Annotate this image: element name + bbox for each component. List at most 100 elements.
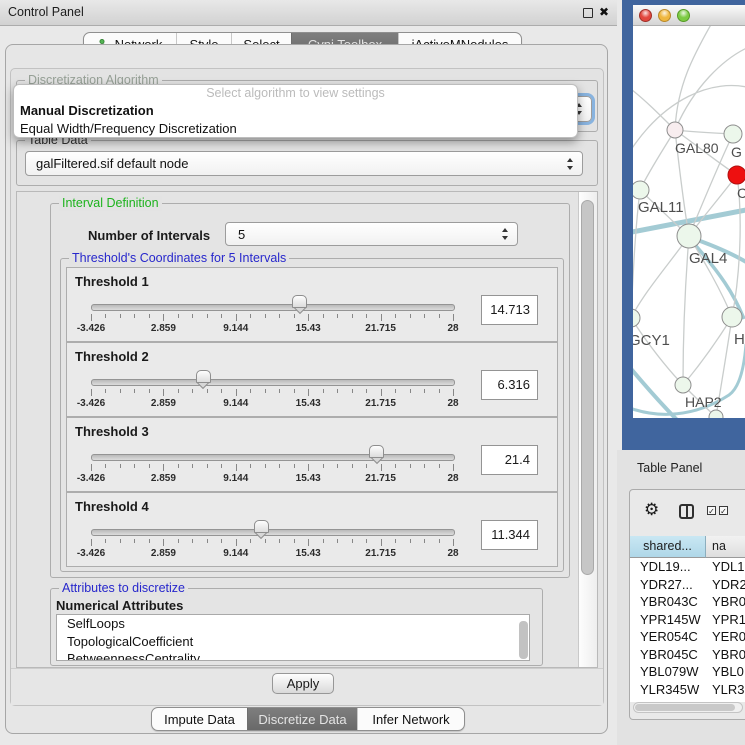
table-row[interactable]: YLR345WYLR3 <box>630 681 745 699</box>
settings-scrollbar-thumb[interactable] <box>581 200 594 575</box>
table-row[interactable]: YBR045CYBR0 <box>630 646 745 664</box>
tab-impute-data[interactable]: Impute Data <box>152 708 247 730</box>
tick-label: -3.426 <box>77 548 105 559</box>
tick-label: 21.715 <box>365 398 396 409</box>
tick-label: 2.859 <box>151 548 176 559</box>
attribute-item-betweennesscentrality[interactable]: BetweennessCentrality <box>57 650 529 661</box>
threshold-slider-track[interactable] <box>91 454 455 461</box>
tick <box>395 389 396 393</box>
attributes-scrollbar-thumb[interactable] <box>519 621 528 659</box>
tick <box>105 389 106 393</box>
attribute-item-selfloops[interactable]: SelfLoops <box>57 615 529 633</box>
tick <box>337 389 338 393</box>
tick <box>439 314 440 318</box>
number-of-intervals-combo[interactable]: 5 <box>225 222 518 246</box>
tab-infer-network[interactable]: Infer Network <box>357 708 464 730</box>
threshold-label: Threshold 2 <box>75 349 149 364</box>
tick-label: -3.426 <box>77 323 105 334</box>
threshold-slider-track[interactable] <box>91 529 455 536</box>
network-edge <box>640 130 675 190</box>
threshold-panel-2: Threshold 2-3.4262.8599.14415.4321.71528… <box>66 342 558 417</box>
threshold-slider-track[interactable] <box>91 304 455 311</box>
algorithm-option-equal-width-frequency-discretization[interactable]: Equal Width/Frequency Discretization <box>14 120 577 138</box>
checkbox-icon[interactable]: ✓ <box>707 506 716 515</box>
tick-label: -3.426 <box>77 473 105 484</box>
threshold-slider-thumb[interactable] <box>369 445 384 465</box>
tick <box>105 314 106 318</box>
threshold-value-field[interactable]: 11.344 <box>481 520 538 550</box>
close-icon[interactable]: ✖ <box>599 3 609 22</box>
cell-shared-name: YDL19... <box>630 558 706 576</box>
minimize-light[interactable] <box>658 9 671 22</box>
network-node-gal11[interactable] <box>633 181 649 199</box>
tick-label: -3.426 <box>77 398 105 409</box>
app-root: Control Panel ✖ NetworkStyleSelectCyni T… <box>0 0 745 745</box>
cell-shared-name: YBL079W <box>630 663 706 681</box>
tick <box>381 314 382 321</box>
tick <box>149 464 150 468</box>
checkbox-icon[interactable]: ✓ <box>719 506 728 515</box>
column-header-shared[interactable]: shared... <box>630 536 706 558</box>
close-light[interactable] <box>639 9 652 22</box>
network-node-gcy1[interactable] <box>633 309 640 327</box>
tick <box>265 389 266 393</box>
threshold-slider-thumb[interactable] <box>196 370 211 390</box>
table-row[interactable]: YBR043CYBR0 <box>630 593 745 611</box>
network-view-svg[interactable]: GAL80GCGAL11GAL4GCY1HHAP2 <box>633 26 745 418</box>
tick-label: 28 <box>447 398 458 409</box>
network-edge <box>689 236 732 317</box>
network-node-gal4[interactable] <box>677 224 701 248</box>
table-row[interactable]: YDR27...YDR2 <box>630 576 745 594</box>
gear-icon[interactable]: ⚙ <box>644 500 659 520</box>
network-window-titlebar[interactable] <box>633 5 745 26</box>
tick-label: 28 <box>447 473 458 484</box>
tab-discretize-data[interactable]: Discretize Data <box>247 708 357 730</box>
slider-tick-labels: -3.4262.8599.14415.4321.71528 <box>91 323 453 335</box>
apply-button[interactable]: Apply <box>272 673 334 694</box>
slider-ticks <box>91 389 453 398</box>
network-node-h[interactable] <box>722 307 742 327</box>
tick <box>265 314 266 318</box>
tick <box>395 464 396 468</box>
tick <box>453 464 454 471</box>
network-node[interactable] <box>709 410 723 418</box>
network-node-g[interactable] <box>724 125 742 143</box>
table-row[interactable]: YPR145WYPR1 <box>630 611 745 629</box>
number-of-intervals-value: 5 <box>238 223 245 245</box>
tick <box>279 539 280 543</box>
threshold-slider-thumb[interactable] <box>254 520 269 540</box>
algorithm-option-manual-discretization[interactable]: Manual Discretization <box>14 102 577 120</box>
tick <box>134 539 135 543</box>
network-node-c[interactable] <box>728 166 745 184</box>
float-icon[interactable] <box>583 8 593 18</box>
table-hscrollbar-track[interactable] <box>633 702 743 713</box>
threshold-value-field[interactable]: 14.713 <box>481 295 538 325</box>
attribute-item-topologicalcoefficient[interactable]: TopologicalCoefficient <box>57 633 529 651</box>
column-header-name[interactable]: na <box>706 536 745 558</box>
threshold-slider-track[interactable] <box>91 379 455 386</box>
tick <box>381 389 382 396</box>
threshold-slider-thumb[interactable] <box>292 295 307 315</box>
network-node-gal80[interactable] <box>667 122 683 138</box>
tick-label: 2.859 <box>151 323 176 334</box>
threshold-value-field[interactable]: 6.316 <box>481 370 538 400</box>
table-hscrollbar-thumb[interactable] <box>635 704 735 711</box>
tick <box>323 539 324 543</box>
network-node-hap2[interactable] <box>675 377 691 393</box>
tick <box>149 389 150 393</box>
threshold-value-field[interactable]: 21.4 <box>481 445 538 475</box>
tick-label: 9.144 <box>223 323 248 334</box>
tick-label: 15.43 <box>296 548 321 559</box>
columns-icon[interactable] <box>679 504 694 519</box>
cell-name: YER0 <box>706 628 745 646</box>
table-data-combo[interactable]: galFiltered.sif default node <box>25 151 583 176</box>
table-row[interactable]: YER054CYER0 <box>630 628 745 646</box>
attributes-listbox[interactable]: SelfLoopsTopologicalCoefficientBetweenne… <box>56 614 530 661</box>
tick <box>410 539 411 543</box>
table-row[interactable]: YDL19...YDL1 <box>630 558 745 576</box>
table-row[interactable]: YBL079WYBL0 <box>630 663 745 681</box>
thresholds-group-title: Threshold's Coordinates for 5 Intervals <box>69 251 289 266</box>
cell-name: YPR1 <box>706 611 745 629</box>
network-edge <box>683 317 732 385</box>
zoom-light[interactable] <box>677 9 690 22</box>
